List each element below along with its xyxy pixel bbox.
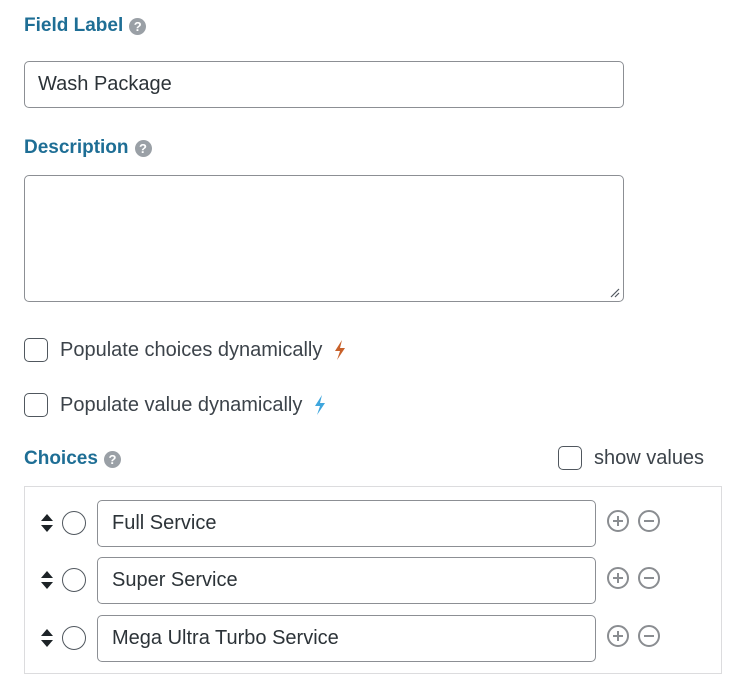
show-values-checkbox[interactable] [558, 446, 582, 470]
sort-handle-icon[interactable] [41, 514, 53, 532]
remove-choice-icon[interactable] [638, 510, 660, 532]
resize-grip-icon[interactable] [609, 287, 620, 298]
show-values-label: show values [594, 446, 705, 469]
description-heading: Description ? [24, 137, 152, 159]
remove-choice-icon[interactable] [638, 567, 660, 589]
field-label-value: Wash Package [38, 73, 172, 95]
description-textarea[interactable] [24, 175, 624, 302]
populate-value-label: Populate value dynamically [60, 393, 303, 416]
choice-row: Super Service [25, 557, 721, 604]
choice-radio[interactable] [62, 626, 86, 650]
populate-choices-option[interactable]: Populate choices dynamically [24, 338, 346, 362]
add-choice-icon[interactable] [607, 625, 629, 647]
choice-row: Mega Ultra Turbo Service [25, 615, 721, 662]
field-label-input[interactable]: Wash Package [24, 61, 624, 108]
field-label-title: Field Label [24, 15, 124, 36]
sort-handle-icon[interactable] [41, 629, 53, 647]
populate-choices-label: Populate choices dynamically [60, 338, 323, 361]
question-circle-icon[interactable]: ? [103, 450, 121, 468]
question-circle-icon[interactable]: ? [134, 139, 152, 157]
choice-label: Mega Ultra Turbo Service [112, 627, 339, 649]
add-choice-icon[interactable] [607, 567, 629, 589]
choice-label: Super Service [112, 569, 238, 591]
choices-heading: Choices ? [24, 448, 121, 470]
choice-input[interactable]: Super Service [97, 557, 596, 604]
choice-input[interactable]: Mega Ultra Turbo Service [97, 615, 596, 662]
populate-value-checkbox[interactable] [24, 393, 48, 417]
choice-label: Full Service [112, 512, 217, 534]
choices-list: Full Service Super Service Mega Ultra Tu… [24, 486, 722, 674]
bolt-icon [315, 395, 326, 415]
choice-radio[interactable] [62, 568, 86, 592]
populate-choices-checkbox[interactable] [24, 338, 48, 362]
add-choice-icon[interactable] [607, 510, 629, 532]
question-circle-icon[interactable]: ? [129, 17, 147, 35]
field-label-heading: Field Label ? [24, 15, 147, 37]
choice-row: Full Service [25, 500, 721, 547]
populate-value-option[interactable]: Populate value dynamically [24, 393, 326, 417]
bolt-icon [335, 340, 346, 360]
choice-input[interactable]: Full Service [97, 500, 596, 547]
description-title: Description [24, 137, 129, 158]
remove-choice-icon[interactable] [638, 625, 660, 647]
choice-radio[interactable] [62, 511, 86, 535]
sort-handle-icon[interactable] [41, 571, 53, 589]
choices-title: Choices [24, 448, 98, 469]
show-values-option[interactable]: show values [558, 446, 704, 470]
